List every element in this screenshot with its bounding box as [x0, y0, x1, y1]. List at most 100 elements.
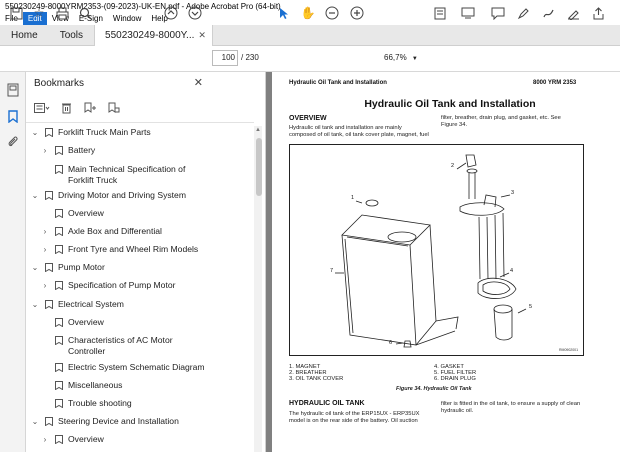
new-bookmark-icon[interactable]: [82, 100, 98, 116]
bookmark-item[interactable]: Trouble shooting: [40, 398, 252, 409]
bookmark-icon: [44, 416, 54, 427]
tank-text-line: model is on the rear side of the battery…: [289, 418, 418, 424]
bookmark-icon: [54, 335, 64, 346]
menu-window[interactable]: Window: [108, 12, 146, 25]
select-cursor-icon[interactable]: [276, 5, 292, 21]
bookmark-icon: [44, 190, 54, 201]
bookmark-label: Electric System Schematic Diagram: [68, 362, 205, 372]
page-thumbnails-icon[interactable]: [5, 82, 21, 98]
bookmark-panel-icon[interactable]: [5, 108, 21, 124]
chevron-down-icon[interactable]: ⌄: [30, 262, 40, 273]
highlight-pen-icon[interactable]: [515, 5, 531, 21]
tag-bookmark-icon[interactable]: [106, 100, 122, 116]
save-icon[interactable]: [8, 5, 24, 21]
fit-page-icon[interactable]: [432, 5, 448, 21]
bookmark-icon: [54, 317, 64, 328]
bookmark-item[interactable]: ⌄ Electrical System: [30, 299, 252, 310]
hand-tool-icon[interactable]: ✋: [300, 5, 316, 21]
page-header-code: 8000 YRM 2353: [533, 80, 577, 86]
bookmark-item[interactable]: Miscellaneous: [40, 380, 252, 391]
figure-callout: 1: [351, 195, 355, 201]
bookmark-item[interactable]: › Battery: [40, 145, 252, 156]
chevron-right-icon[interactable]: ›: [40, 280, 50, 291]
zoom-in-icon[interactable]: [349, 5, 365, 21]
chevron-down-icon[interactable]: ⌄: [30, 299, 40, 310]
bookmark-item[interactable]: Electric System Schematic Diagram: [40, 362, 252, 373]
figure-callout: 4: [510, 268, 514, 274]
bookmark-item[interactable]: Main Technical Specification of Forklift…: [40, 164, 250, 186]
bookmark-item[interactable]: › Axle Box and Differential: [40, 226, 252, 237]
legend-item: 3. OIL TANK COVER: [289, 376, 344, 382]
figure-code: RM0902001: [559, 348, 579, 352]
bookmark-label: Front Tyre and Wheel Rim Models: [68, 244, 199, 254]
chevron-down-icon[interactable]: ⌄: [30, 127, 40, 138]
close-panel-icon[interactable]: ✕: [194, 76, 203, 89]
tab-bar: Home Tools 550230249-8000Y... ✕: [0, 25, 620, 46]
bookmark-item[interactable]: Characteristics of AC Motor Controller: [40, 335, 250, 357]
bookmark-item[interactable]: ⌄ Forklift Truck Main Parts: [30, 127, 252, 138]
bookmark-item[interactable]: ⌄ Pump Motor: [30, 262, 252, 273]
figure-callout: 7: [330, 268, 334, 274]
search-icon[interactable]: [77, 5, 93, 21]
overview-heading: OVERVIEW: [289, 115, 327, 122]
chevron-right-icon[interactable]: ›: [40, 244, 50, 255]
comment-icon[interactable]: [490, 5, 506, 21]
chevron-down-icon: ▼: [411, 56, 418, 62]
chevron-down-icon[interactable]: ⌄: [30, 190, 40, 201]
figure-callout: 5: [529, 304, 533, 310]
fill-sign-icon[interactable]: [565, 5, 581, 21]
bookmark-label: Overview: [68, 317, 104, 327]
bookmark-label: Overview: [68, 434, 104, 444]
figure-callout: 6: [389, 340, 393, 346]
page-display-icon[interactable]: [460, 5, 476, 21]
bookmark-options-icon[interactable]: [34, 100, 50, 116]
bookmarks-scrollbar-thumb[interactable]: [256, 138, 262, 196]
close-tab-icon[interactable]: ✕: [198, 25, 206, 46]
chevron-right-icon[interactable]: ›: [40, 145, 50, 156]
page-number-input[interactable]: 100: [212, 50, 238, 66]
chevron-right-icon[interactable]: ›: [40, 226, 50, 237]
delete-bookmark-icon[interactable]: [58, 100, 74, 116]
bookmark-label: Main Technical Specification of Forklift…: [68, 164, 186, 185]
tab-tools[interactable]: Tools: [49, 25, 94, 46]
overview-text-line: Figure 34.: [441, 122, 468, 128]
bookmark-icon: [44, 299, 54, 310]
chevron-down-icon[interactable]: ⌄: [30, 416, 40, 427]
bookmark-label: Trouble shooting: [68, 398, 132, 408]
page-title: Hydraulic Oil Tank and Installation: [364, 98, 536, 110]
bookmark-item[interactable]: Overview: [40, 208, 252, 219]
bookmarks-panel-title: Bookmarks: [34, 78, 85, 89]
bookmark-item[interactable]: ⌄ Driving Motor and Driving System: [30, 190, 252, 201]
draw-icon[interactable]: [540, 5, 556, 21]
bookmarks-toolbar: [34, 99, 122, 117]
bookmark-item[interactable]: › Overview: [40, 434, 252, 445]
tab-document[interactable]: 550230249-8000Y... ✕: [94, 25, 213, 46]
zoom-out-icon[interactable]: [324, 5, 340, 21]
bookmark-icon: [44, 127, 54, 138]
share-icon[interactable]: [590, 5, 606, 21]
bookmark-icon: [54, 145, 64, 156]
tab-home[interactable]: Home: [0, 25, 49, 46]
bookmark-label: Steering Device and Installation: [58, 416, 179, 426]
bookmark-item[interactable]: ⌄ Steering Device and Installation: [30, 416, 252, 427]
figure-callout: 3: [511, 190, 515, 196]
next-page-icon[interactable]: [187, 5, 203, 21]
tank-text-line: hydraulic oil.: [441, 408, 474, 414]
bookmark-item[interactable]: Overview: [40, 317, 252, 328]
zoom-level-select[interactable]: 66,7% ▼: [380, 50, 422, 66]
legend-item: 6. DRAIN PLUG: [434, 376, 476, 382]
bookmark-icon: [54, 398, 64, 409]
attachment-icon[interactable]: [5, 134, 21, 150]
bookmark-label: Battery: [68, 145, 96, 155]
bookmark-item[interactable]: › Specification of Pump Motor: [40, 280, 252, 291]
chevron-right-icon[interactable]: ›: [40, 434, 50, 445]
bookmark-label: Driving Motor and Driving System: [58, 190, 186, 200]
bookmark-label: Pump Motor: [58, 262, 105, 272]
print-icon[interactable]: [54, 5, 70, 21]
previous-page-icon[interactable]: [163, 5, 179, 21]
bookmark-icon: [54, 244, 64, 255]
bookmark-item[interactable]: › Front Tyre and Wheel Rim Models: [40, 244, 252, 255]
star-icon[interactable]: ☆: [31, 5, 47, 21]
hydraulic-tank-figure: [289, 144, 584, 356]
scroll-up-icon[interactable]: ▲: [255, 127, 261, 133]
